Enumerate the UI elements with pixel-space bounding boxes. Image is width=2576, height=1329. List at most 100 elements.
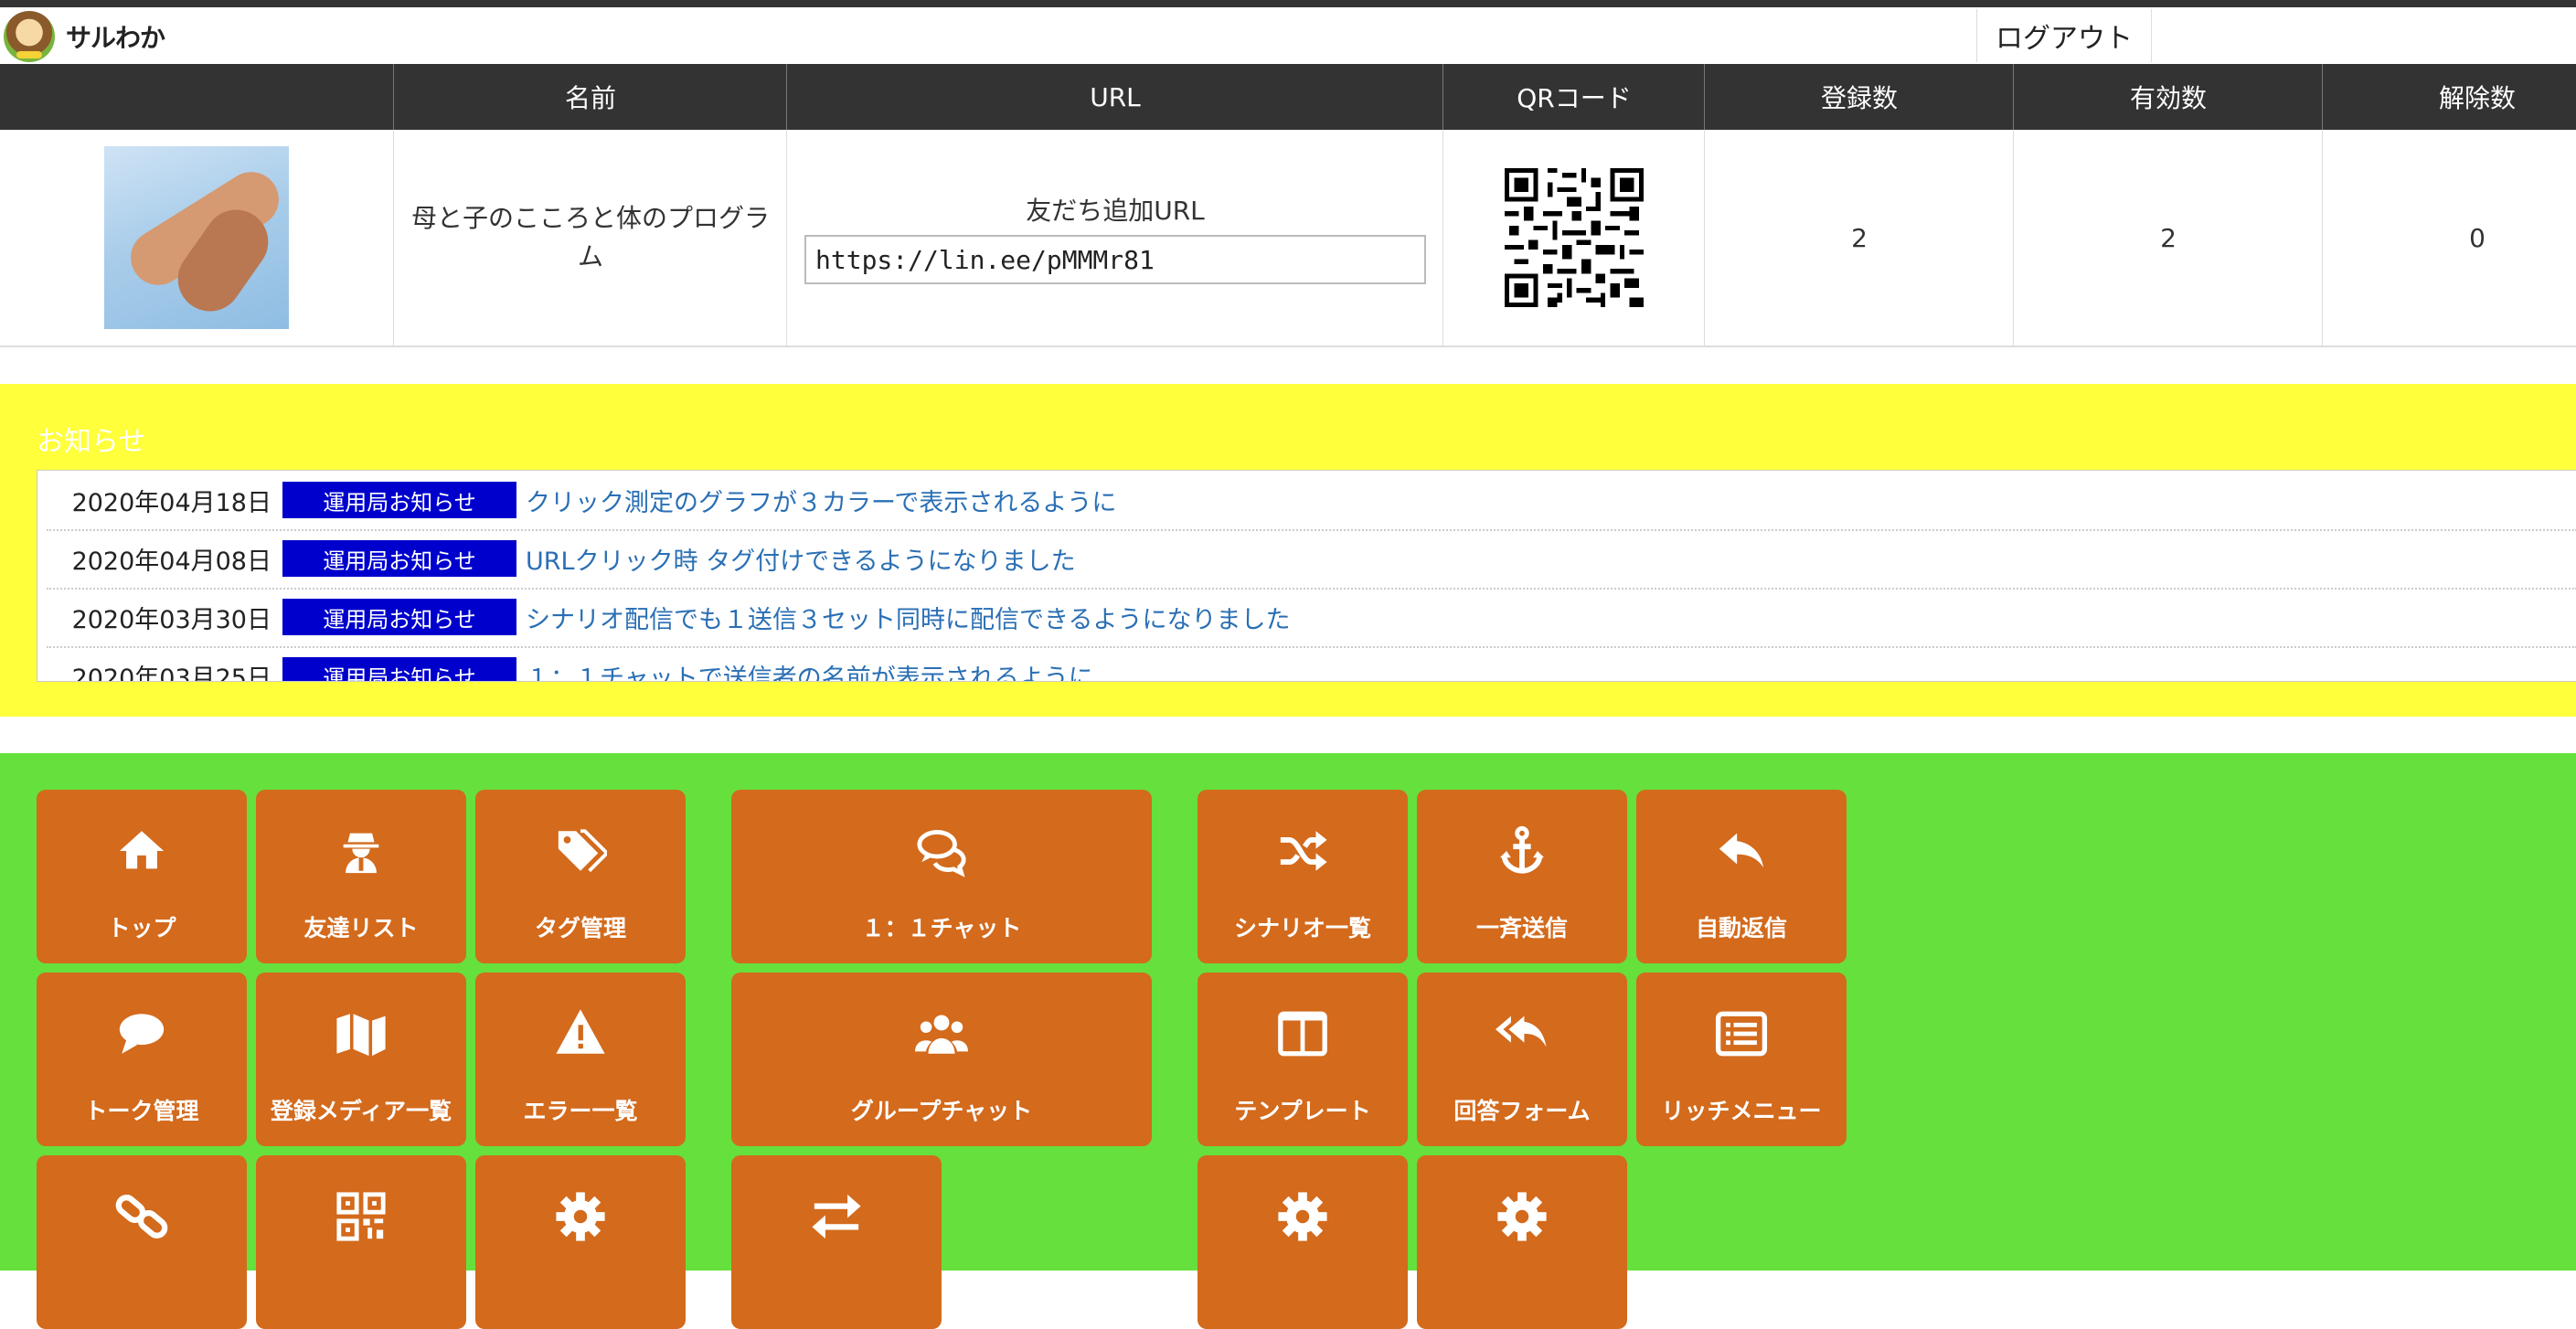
menu-tile-label: タグ管理 <box>534 915 626 941</box>
gear-icon <box>556 1192 605 1241</box>
link-icon <box>115 1195 168 1239</box>
list-item: 2020年03月25日 運用局お知らせ １：１チャットで送信者の名前が表示される… <box>47 646 2576 682</box>
map-icon <box>336 1014 386 1057</box>
account-table: 名前 URL QRコード 登録数 有効数 解除数 母と子のこころと体のプログラム… <box>0 64 2576 347</box>
account-table-header: 名前 URL QRコード 登録数 有効数 解除数 <box>0 64 2576 130</box>
column-header-url: URL <box>786 64 1443 130</box>
news-title: お知らせ <box>37 426 146 458</box>
column-header-active: 有効数 <box>2013 64 2323 130</box>
news-list[interactable]: 2020年04月18日 運用局お知らせ クリック測定のグラフが３カラーで表示され… <box>37 470 2576 682</box>
menu-tile-settings-3[interactable] <box>1417 1155 1627 1329</box>
site-header: サルわか ログアウト <box>0 7 2576 64</box>
menu-tile-rich-menu[interactable]: リッチメニュー <box>1636 973 1847 1146</box>
account-name-cell: 母と子のこころと体のプログラム <box>393 130 787 346</box>
news-link[interactable]: URLクリック時 タグ付けできるようになりました <box>526 541 1076 577</box>
list-alt-icon <box>1715 1011 1768 1057</box>
monkey-logo-icon <box>4 11 55 62</box>
news-link[interactable]: クリック測定のグラフが３カラーで表示されるように <box>526 483 1116 518</box>
menu-tile-label: 回答フォーム <box>1453 1098 1591 1124</box>
qrcode-image <box>1505 168 1644 307</box>
account-name: 母と子のこころと体のプログラム <box>410 203 770 271</box>
news-badge: 運用局お知らせ <box>282 540 516 577</box>
account-image-cell <box>0 130 393 346</box>
list-item: 2020年04月18日 運用局お知らせ クリック測定のグラフが３カラーで表示され… <box>47 471 2576 531</box>
brand-name: サルわか <box>66 23 165 53</box>
menu-tile-top[interactable]: トップ <box>37 790 247 963</box>
news-badge: 運用局お知らせ <box>282 482 516 518</box>
friend-add-url-input[interactable] <box>804 235 1426 284</box>
group-icon <box>915 1015 968 1054</box>
account-photo <box>104 146 289 329</box>
menu-tile-media-list[interactable]: 登録メディア一覧 <box>256 973 466 1146</box>
menu-tile-errors[interactable]: エラー一覧 <box>475 973 686 1146</box>
menu-tile-one-to-one-chat[interactable]: １：１チャット <box>731 790 1152 963</box>
gear-icon <box>1497 1192 1547 1241</box>
home-icon <box>119 831 165 869</box>
menu-tile-label: シナリオ一覧 <box>1233 915 1371 941</box>
menu-tile-auto-reply[interactable]: 自動返信 <box>1636 790 1847 963</box>
menu-tile-tags[interactable]: タグ管理 <box>475 790 686 963</box>
menu-tile-label: テンプレート <box>1234 1098 1371 1124</box>
active-count: 2 <box>2013 130 2323 346</box>
menu-tile-group-chat[interactable]: グループチャット <box>731 973 1152 1146</box>
column-header-image <box>0 64 393 130</box>
menu-tile-label: 一斉送信 <box>1475 915 1568 941</box>
menu-tile-answer-form[interactable]: 回答フォーム <box>1417 973 1627 1146</box>
shuffle-icon <box>1280 831 1327 871</box>
news-badge: 運用局お知らせ <box>282 657 516 681</box>
menu-tile-templates[interactable]: テンプレート <box>1198 973 1408 1146</box>
menu-tile-talk-management[interactable]: トーク管理 <box>37 973 247 1146</box>
menu-tile-friends[interactable]: 友達リスト <box>256 790 466 963</box>
menu-tile-label: リッチメニュー <box>1661 1098 1822 1124</box>
menu-tile-label: １：１チャット <box>861 915 1022 941</box>
exchange-icon <box>812 1194 861 1239</box>
column-header-unsubscribed: 解除数 <box>2322 64 2576 130</box>
menu-tile-label: 友達リスト <box>303 915 419 941</box>
top-stripe <box>0 0 2576 7</box>
news-link[interactable]: シナリオ配信でも１送信３セット同時に配信できるようになりました <box>526 600 1290 635</box>
menu-tile-label: トーク管理 <box>84 1098 199 1124</box>
menu-tile-label: 登録メディア一覧 <box>270 1098 452 1124</box>
gear-icon <box>1278 1192 1327 1241</box>
comment-icon <box>119 1014 165 1054</box>
menu-tile-qrcode[interactable] <box>256 1155 466 1329</box>
news-date: 2020年04月08日 <box>71 547 271 576</box>
qrcode-icon <box>336 1192 386 1241</box>
qrcode-cell <box>1442 130 1705 346</box>
menu-tile-links[interactable] <box>37 1155 247 1329</box>
news-badge: 運用局お知らせ <box>282 599 516 635</box>
news-date: 2020年03月25日 <box>71 664 271 682</box>
user-secret-icon <box>343 833 379 874</box>
friend-add-url-label: 友だち追加URL <box>1026 196 1205 226</box>
reply-icon <box>1719 833 1764 868</box>
list-item: 2020年04月08日 運用局お知らせ URLクリック時 タグ付けできるようにな… <box>47 529 2576 590</box>
chat-bubbles-icon <box>917 830 966 877</box>
menu-tile-settings-2[interactable] <box>1198 1155 1408 1329</box>
list-item: 2020年03月30日 運用局お知らせ シナリオ配信でも１送信３セット同時に配信… <box>47 588 2576 648</box>
reply-all-icon <box>1496 1015 1547 1047</box>
brand-logo[interactable]: サルわか <box>4 11 165 62</box>
columns-icon <box>1278 1011 1327 1057</box>
logout-button[interactable]: ログアウト <box>1976 9 2152 62</box>
menu-tile-exchange[interactable] <box>731 1155 942 1329</box>
anchor-icon <box>1499 825 1545 874</box>
menu-tile-scenarios[interactable]: シナリオ一覧 <box>1198 790 1408 963</box>
main-menu: トップ 友達リスト タグ管理 １：１チャット シナリオ一覧 一斉送信 自動返信 … <box>0 753 2576 1329</box>
menu-tile-broadcast[interactable]: 一斉送信 <box>1417 790 1627 963</box>
warning-icon <box>556 1009 605 1054</box>
menu-tile-label: 自動返信 <box>1695 915 1787 941</box>
table-row: 母と子のこころと体のプログラム 友だち追加URL https://lin.ee/… <box>0 130 2576 347</box>
registered-count: 2 <box>1704 130 2014 346</box>
news-date: 2020年04月18日 <box>71 488 271 517</box>
column-header-qrcode: QRコード <box>1442 64 1705 130</box>
column-header-name: 名前 <box>393 64 787 130</box>
menu-tile-label: エラー一覧 <box>523 1098 638 1124</box>
account-url-cell: 友だち追加URL <box>786 130 1443 346</box>
menu-tile-settings[interactable] <box>475 1155 686 1329</box>
menu-tile-label: トップ <box>107 915 176 941</box>
news-section: お知らせ 2020年04月18日 運用局お知らせ クリック測定のグラフが３カラー… <box>0 384 2576 717</box>
news-link[interactable]: １：１チャットで送信者の名前が表示されるように <box>526 658 1093 682</box>
news-date: 2020年03月30日 <box>71 605 271 634</box>
column-header-registered: 登録数 <box>1704 64 2014 130</box>
unsubscribed-count: 0 <box>2322 130 2576 346</box>
